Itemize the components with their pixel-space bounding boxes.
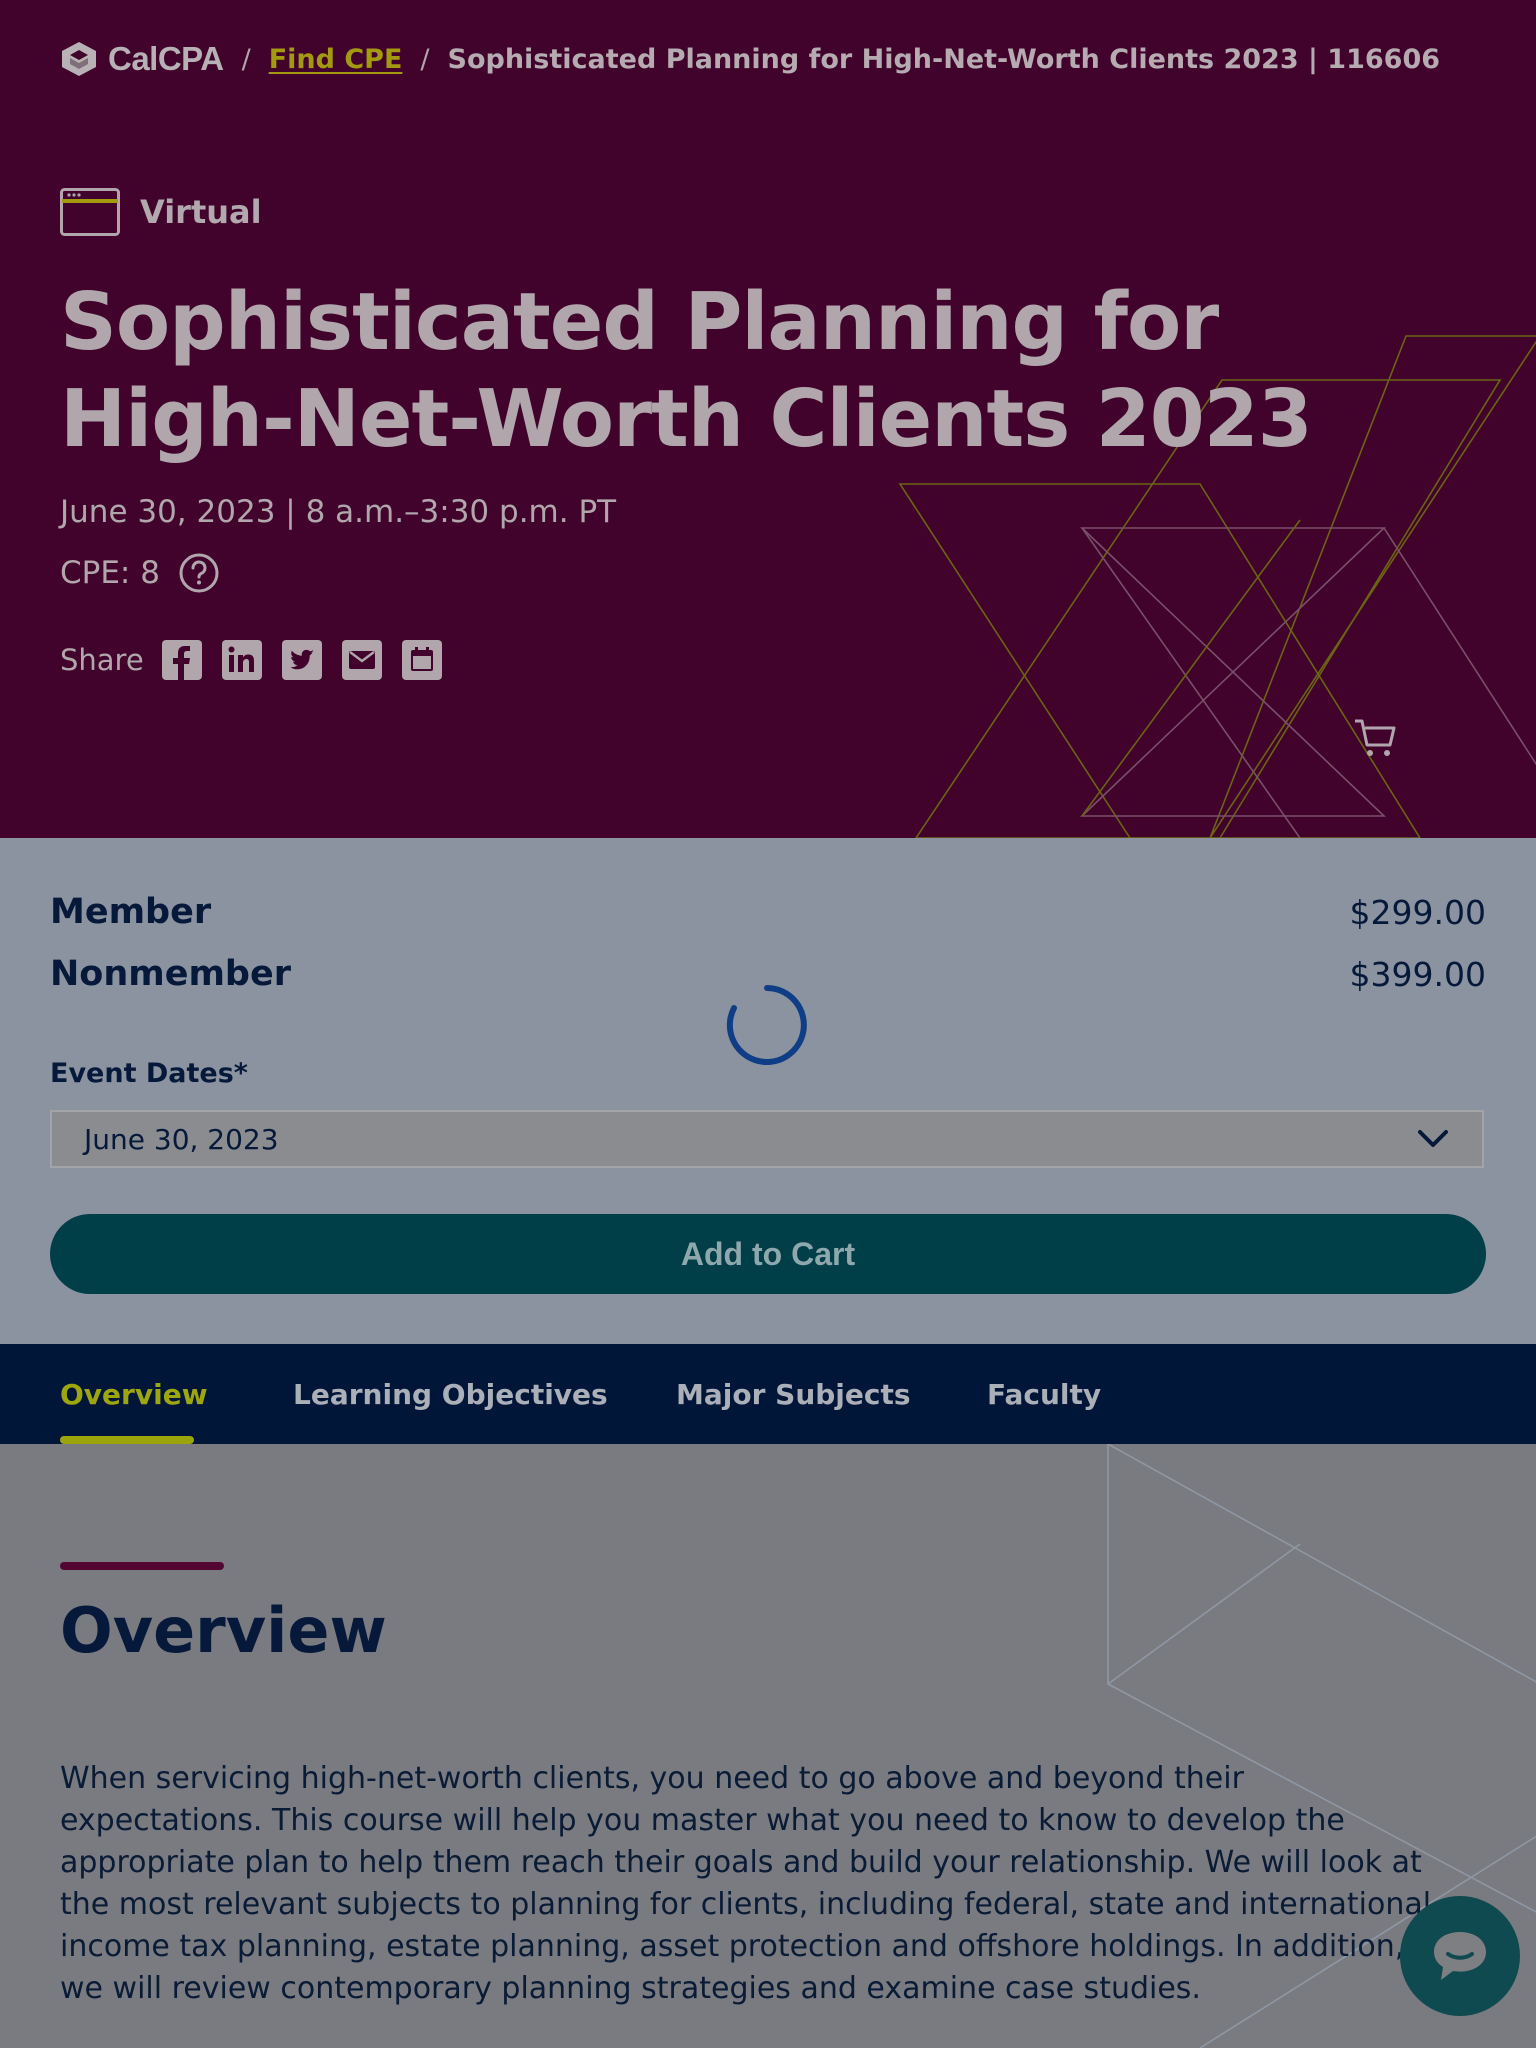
format-badge: Virtual [60,188,262,236]
facebook-icon[interactable] [161,640,202,680]
section-accent-bar [60,1562,224,1570]
chevron-down-icon [1418,1130,1448,1147]
linkedin-icon[interactable] [221,640,262,680]
share-bar: Share [60,640,442,680]
overview-description: When servicing high-net-worth clients, y… [60,1758,1480,2010]
cpe-credits: CPE: 8 [60,552,220,594]
overview-line: we will review contemporary planning str… [60,1971,1201,2006]
format-label: Virtual [140,193,262,231]
event-dates-select[interactable]: June 30, 2023 [50,1110,1484,1168]
brand-name: CalCPA [108,40,224,77]
calendar-icon[interactable] [401,640,442,680]
question-circle-icon[interactable] [178,552,220,594]
active-tab-indicator [60,1436,194,1444]
email-icon[interactable] [341,640,382,680]
price-value: $299.00 [1349,892,1486,932]
price-label: Member [50,892,212,932]
overview-line: income tax planning, estate planning, as… [60,1929,1405,1964]
chat-launcher-button[interactable] [1400,1896,1520,2016]
overview-line: expectations. This course will help you … [60,1803,1345,1838]
overview-line: appropriate plan to help them reach thei… [60,1845,1422,1880]
breadcrumb-current: Sophisticated Planning for High-Net-Wort… [447,43,1441,75]
price-row-member: Member $299.00 [50,892,1486,932]
tab-major-subjects[interactable]: Major Subjects [676,1344,911,1444]
price-label: Nonmember [50,954,291,994]
breadcrumb: CalCPA / Find CPE / Sophisticated Planni… [60,36,1440,82]
event-date-time: June 30, 2023 | 8 a.m.–3:30 p.m. PT [60,494,617,530]
tab-learning-objectives[interactable]: Learning Objectives [293,1344,608,1444]
hero-section: CalCPA / Find CPE / Sophisticated Planni… [0,0,1536,838]
event-dates-value: June 30, 2023 [84,1122,279,1156]
add-to-cart-button[interactable]: Add to Cart [50,1214,1486,1294]
price-value: $399.00 [1349,954,1486,994]
breadcrumb-link-find-cpe[interactable]: Find CPE [269,44,403,75]
page-title: Sophisticated Planning for High-Net-Wort… [60,276,1313,465]
calcpa-logo[interactable]: CalCPA [60,40,224,78]
loading-spinner-icon [726,985,807,1065]
browser-window-icon [60,188,120,236]
tab-overview[interactable]: Overview [60,1344,208,1444]
breadcrumb-separator: / [420,43,430,75]
chat-bubble-icon [1434,1932,1486,1980]
cpe-label: CPE: 8 [60,555,160,591]
share-label: Share [60,643,144,677]
twitter-icon[interactable] [281,640,322,680]
overview-line: the most relevant subjects to planning f… [60,1887,1432,1922]
overview-line: When servicing high-net-worth clients, y… [60,1761,1244,1796]
overview-section: Overview When servicing high-net-worth c… [0,1444,1536,2048]
overview-heading: Overview [60,1594,387,1667]
cart-icon[interactable] [1352,716,1398,760]
calcpa-logo-mark-icon [62,42,96,76]
event-dates-label: Event Dates* [50,1058,248,1089]
breadcrumb-separator: / [241,43,251,75]
tab-faculty[interactable]: Faculty [987,1344,1101,1444]
section-tabs: Overview Learning Objectives Major Subje… [0,1344,1536,1444]
